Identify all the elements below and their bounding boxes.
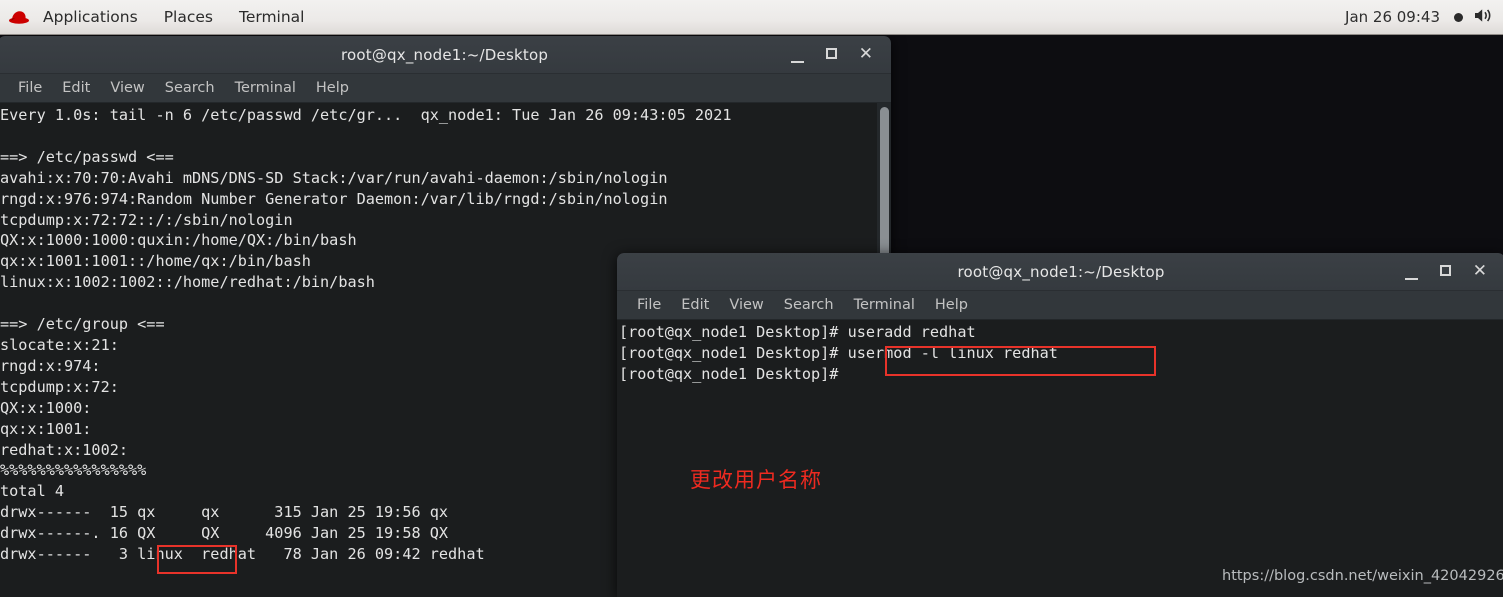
menu-file[interactable]: File (8, 77, 52, 99)
desktop-screen: Applications Places Terminal Jan 26 09:4… (0, 0, 1503, 597)
terminal-line: Every 1.0s: tail -n 6 /etc/passwd /etc/g… (0, 106, 732, 124)
minimize-icon[interactable] (1404, 264, 1418, 280)
panel-left-group: Applications Places Terminal (0, 4, 318, 30)
menu-help[interactable]: Help (306, 77, 359, 99)
terminal-line: [root@qx_node1 Desktop]# (619, 364, 848, 383)
menu-help[interactable]: Help (925, 294, 978, 316)
left-window-title: root@qx_node1:~/Desktop (340, 45, 549, 64)
menu-file[interactable]: File (627, 294, 671, 316)
terminal-line: ==> /etc/passwd <== (0, 147, 174, 166)
terminal-line: rngd:x:976:974:Random Number Generator D… (0, 189, 668, 208)
menu-view[interactable]: View (719, 294, 773, 316)
right-menubar: File Edit View Search Terminal Help (617, 291, 1503, 320)
close-icon[interactable]: ✕ (859, 46, 873, 63)
terminal-line: [root@qx_node1 Desktop]# useradd redhat (619, 323, 976, 341)
menu-terminal[interactable]: Terminal (225, 77, 306, 99)
terminal-line: avahi:x:70:70:Avahi mDNS/DNS-SD Stack:/v… (0, 168, 668, 187)
left-menubar: File Edit View Search Terminal Help (0, 74, 891, 103)
right-window-title: root@qx_node1:~/Desktop (957, 262, 1165, 281)
panel-clock[interactable]: Jan 26 09:43 (1345, 8, 1440, 26)
menu-search[interactable]: Search (155, 77, 225, 99)
maximize-icon[interactable] (825, 47, 837, 62)
right-terminal-output[interactable]: [root@qx_node1 Desktop]# useradd redhat [… (617, 320, 1503, 597)
gnome-top-panel: Applications Places Terminal Jan 26 09:4… (0, 0, 1503, 35)
minimize-icon[interactable] (790, 47, 804, 63)
left-window-controls: ✕ (790, 46, 891, 63)
csdn-watermark: https://blog.csdn.net/weixin_42042926 (1222, 568, 1503, 584)
right-titlebar[interactable]: root@qx_node1:~/Desktop ✕ (617, 253, 1503, 291)
terminal-line: [root@qx_node1 Desktop]# usermod -l linu… (619, 343, 1058, 362)
panel-right-group: Jan 26 09:43 (1345, 7, 1503, 28)
menu-view[interactable]: View (100, 77, 154, 99)
maximize-icon[interactable] (1439, 264, 1451, 279)
volume-icon[interactable] (1473, 7, 1493, 28)
right-window-controls: ✕ (1404, 263, 1503, 280)
menu-search[interactable]: Search (774, 294, 844, 316)
recording-indicator-icon (1454, 12, 1463, 22)
terminal-line: QX:x:1000:1000:quxin:/home/QX:/bin/bash (0, 231, 357, 250)
panel-menu-applications[interactable]: Applications (30, 4, 151, 30)
left-titlebar[interactable]: root@qx_node1:~/Desktop ✕ (0, 36, 891, 74)
menu-edit[interactable]: Edit (671, 294, 719, 316)
panel-menu-terminal[interactable]: Terminal (226, 4, 318, 30)
menu-edit[interactable]: Edit (52, 77, 100, 99)
terminal-line: tcpdump:x:72:72::/:/sbin/nologin (0, 210, 293, 229)
close-icon[interactable]: ✕ (1473, 263, 1487, 280)
scrollbar-thumb[interactable] (880, 107, 889, 267)
menu-terminal[interactable]: Terminal (844, 294, 925, 316)
annotation-change-username: 更改用户名称 (690, 468, 822, 492)
redhat-logo-icon (8, 9, 30, 25)
panel-menu-places[interactable]: Places (151, 4, 226, 30)
terminal-window-right[interactable]: root@qx_node1:~/Desktop ✕ File Edit View… (617, 253, 1503, 597)
